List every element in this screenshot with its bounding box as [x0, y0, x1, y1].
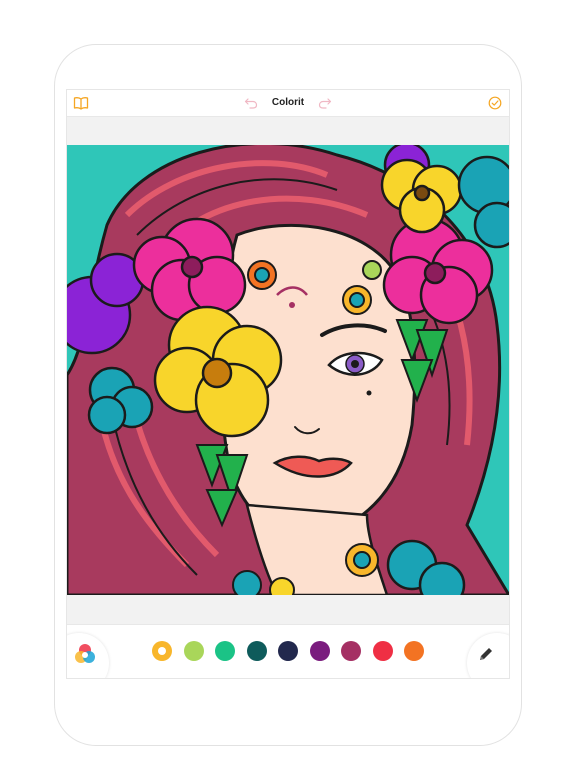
check-circle-icon[interactable] — [488, 96, 502, 110]
coloring-canvas[interactable] — [67, 145, 509, 595]
color-swatch-dark-teal[interactable] — [246, 641, 267, 661]
color-swatch-purple[interactable] — [309, 641, 330, 661]
app-screen: Colorit — [67, 90, 509, 678]
redo-icon[interactable] — [318, 97, 332, 109]
tool-button[interactable] — [467, 633, 509, 678]
color-swatch-navy[interactable] — [278, 641, 298, 661]
palette-picker-button[interactable] — [67, 633, 109, 678]
color-swatch-emerald[interactable] — [215, 641, 235, 661]
coloring-artwork[interactable] — [67, 145, 509, 595]
pencil-icon — [480, 648, 492, 660]
color-swatch-orange[interactable] — [404, 641, 424, 661]
color-swatch-yellow[interactable] — [152, 641, 172, 661]
palette-bar — [67, 624, 509, 678]
color-swatch-red[interactable] — [372, 641, 393, 661]
color-swatch-plum[interactable] — [341, 641, 361, 661]
color-palette-icon — [75, 644, 95, 663]
color-swatch-lime[interactable] — [183, 641, 204, 661]
app-title: Colorit — [271, 97, 305, 108]
top-toolbar: Colorit — [67, 90, 509, 117]
